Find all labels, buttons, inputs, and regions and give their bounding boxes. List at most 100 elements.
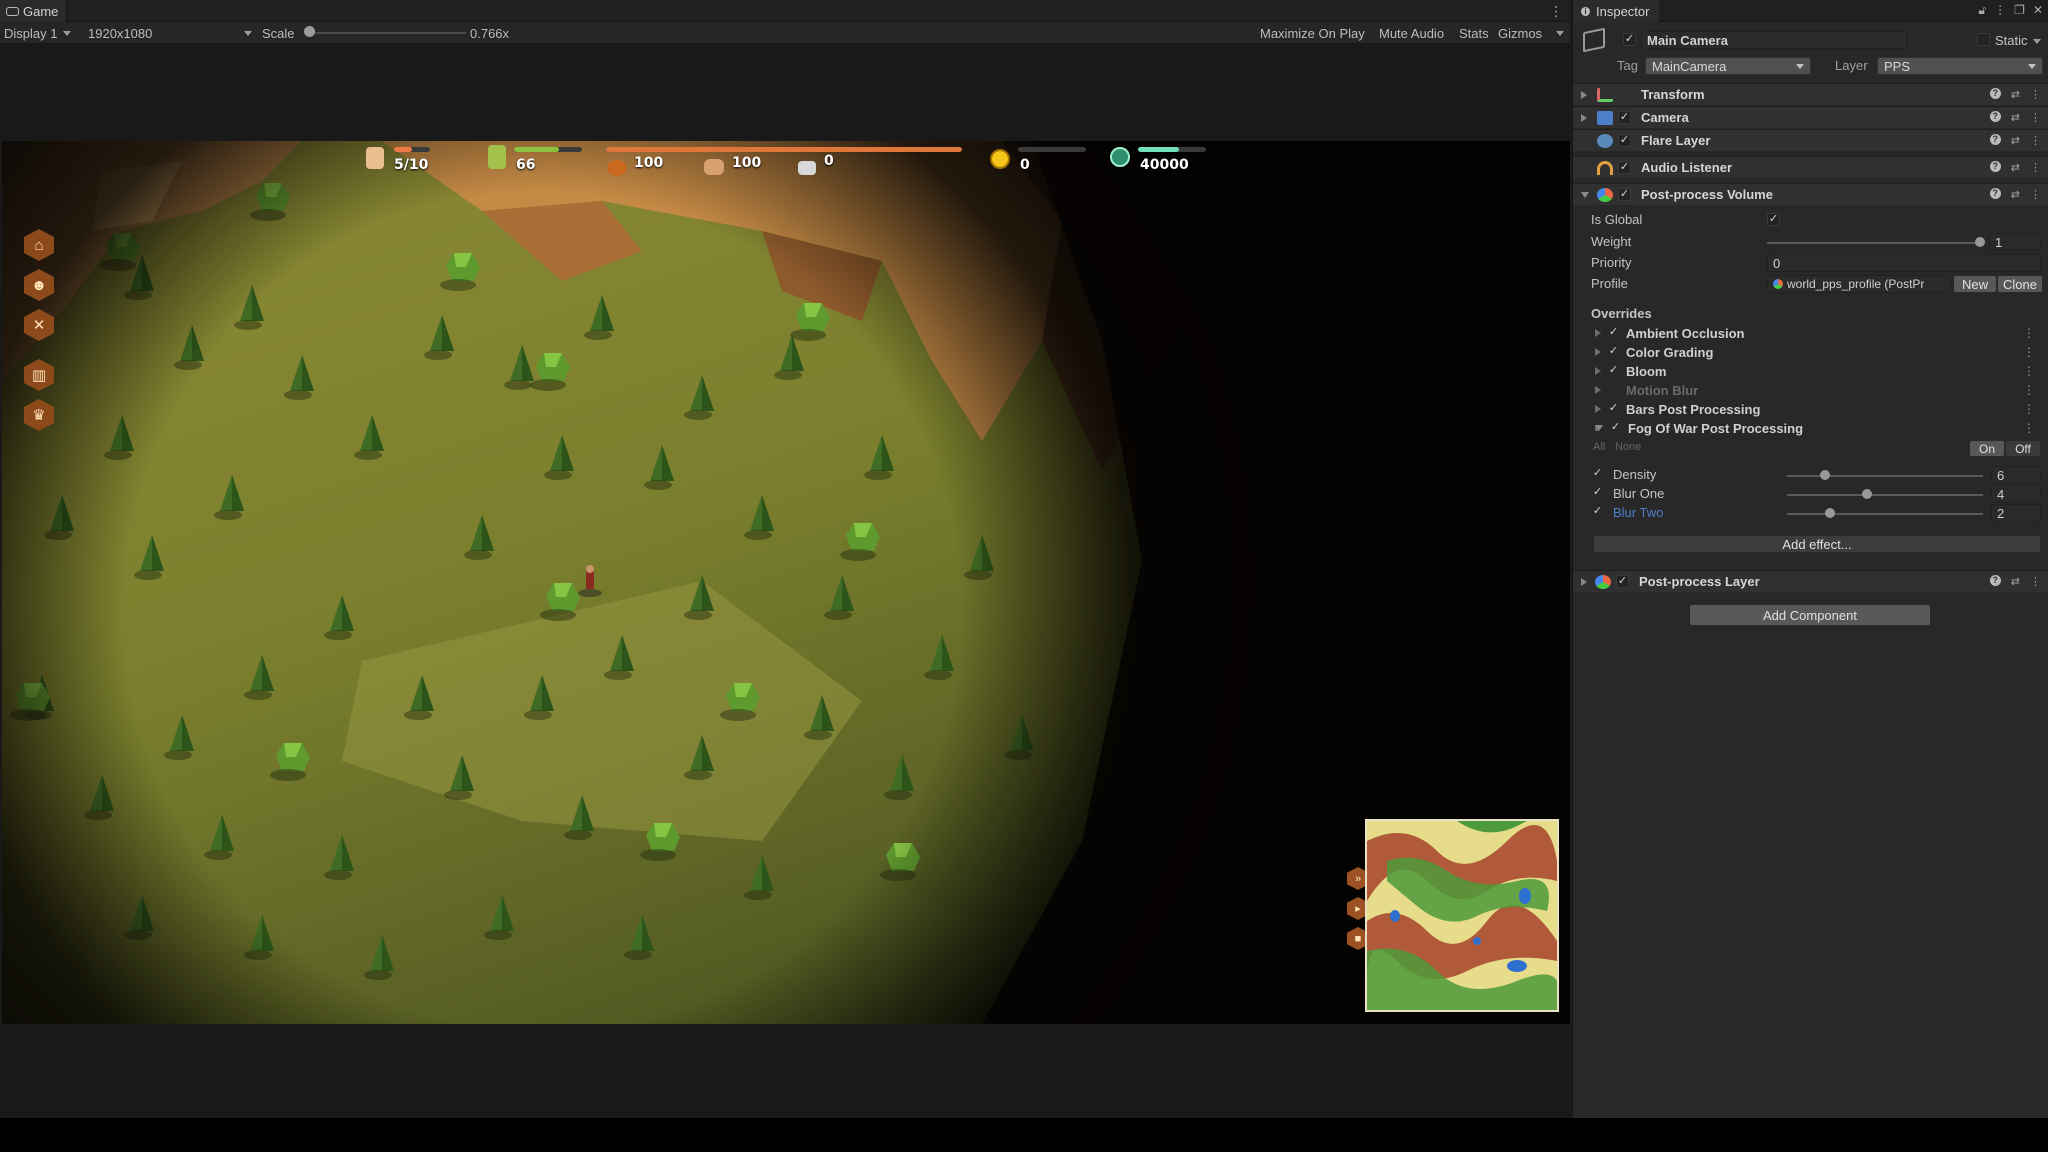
foldout-arrow-icon[interactable] [1581, 113, 1587, 122]
new-profile-button[interactable]: New [1953, 275, 1997, 293]
kebab-menu-icon[interactable]: ⋮ [2030, 88, 2041, 101]
static-checkbox[interactable] [1977, 33, 1990, 46]
help-icon[interactable]: ? [1989, 161, 2001, 172]
density-slider-handle[interactable] [1820, 470, 1830, 480]
scale-slider-track[interactable] [306, 32, 466, 34]
preset-icon[interactable]: ⇄ [2011, 134, 2020, 147]
fog-off-button[interactable]: Off [2005, 440, 2041, 457]
add-effect-button[interactable]: Add effect... [1593, 535, 2041, 553]
foldout-arrow-icon[interactable] [1595, 386, 1601, 394]
kebab-menu-icon[interactable]: ⋮ [2030, 575, 2041, 588]
enabled-checkbox[interactable] [1618, 161, 1631, 174]
blur-one-slider-track[interactable] [1787, 494, 1983, 496]
enabled-checkbox[interactable] [1618, 111, 1631, 124]
enabled-checkbox[interactable] [1618, 188, 1631, 201]
maximize-icon[interactable]: ❐ [2014, 3, 2025, 18]
override-ambient-occlusion[interactable]: Ambient Occlusion ⋮ [1595, 324, 2045, 342]
mute-audio-toggle[interactable]: Mute Audio [1379, 24, 1444, 42]
minimap[interactable] [1365, 819, 1559, 1012]
scale-slider-handle[interactable] [304, 26, 315, 37]
override-motion-blur[interactable]: Motion Blur ⋮ [1595, 381, 2045, 399]
active-checkbox[interactable] [1623, 33, 1636, 46]
override-checkbox[interactable] [1607, 384, 1620, 397]
component-post-process-volume[interactable]: Post-process Volume ? ⇄ ⋮ [1573, 183, 2048, 205]
weight-field[interactable]: 1 [1989, 233, 2041, 251]
close-icon[interactable]: ✕ [2033, 3, 2043, 18]
blur-two-field[interactable]: 2 [1991, 504, 2041, 522]
stats-toggle[interactable]: Stats [1459, 24, 1489, 42]
override-checkbox[interactable] [1609, 422, 1622, 435]
profile-field[interactable]: world_pps_profile (PostPr [1767, 275, 1951, 293]
foldout-arrow-icon[interactable] [1595, 425, 1603, 431]
enabled-checkbox[interactable] [1618, 134, 1631, 147]
layer-dropdown[interactable]: PPS [1877, 57, 2043, 75]
foldout-arrow-icon[interactable] [1595, 405, 1601, 413]
kebab-menu-icon[interactable]: ⋮ [2030, 188, 2041, 201]
lock-icon[interactable]: 🔓︎ [1978, 3, 1986, 18]
override-checkbox[interactable] [1607, 365, 1620, 378]
workers-button[interactable]: ☻ [24, 269, 56, 301]
static-label[interactable]: Static [1995, 33, 2028, 48]
object-name-field[interactable]: Main Camera [1641, 31, 1907, 49]
kebab-menu-icon[interactable]: ⋮ [2030, 111, 2041, 124]
override-bloom[interactable]: Bloom ⋮ [1595, 362, 2045, 380]
weight-slider-track[interactable] [1767, 242, 1981, 244]
foldout-arrow-icon[interactable] [1581, 191, 1589, 198]
preset-icon[interactable]: ⇄ [2011, 575, 2020, 588]
blur-one-slider-handle[interactable] [1862, 489, 1872, 499]
kebab-menu-icon[interactable]: ⋮ [1549, 3, 1563, 20]
select-none-link[interactable]: None [1615, 441, 1641, 453]
foldout-arrow-icon[interactable] [1595, 348, 1601, 356]
component-transform[interactable]: Transform ? ⇄ ⋮ [1573, 83, 2048, 105]
game-viewport[interactable]: 5/10 66 100 100 0 0 40000 ⌂ ☻ ✕ ▥ ♛ » ▸ … [2, 141, 1570, 1024]
kebab-menu-icon[interactable]: ⋮ [2030, 161, 2041, 174]
clone-profile-button[interactable]: Clone [1997, 275, 2043, 293]
tab-inspector[interactable]: i Inspector [1573, 0, 1660, 22]
help-icon[interactable]: ? [1989, 575, 2001, 586]
override-checkbox[interactable] [1607, 403, 1620, 416]
blur-two-slider-track[interactable] [1787, 513, 1983, 515]
kebab-menu-icon[interactable]: ⋮ [2023, 421, 2035, 435]
blur-one-field[interactable]: 4 [1991, 485, 2041, 503]
tag-dropdown[interactable]: MainCamera [1645, 57, 1811, 75]
preset-icon[interactable]: ⇄ [2011, 88, 2020, 101]
priority-field[interactable]: 0 [1767, 254, 2041, 272]
preset-icon[interactable]: ⇄ [2011, 188, 2020, 201]
trophy-button[interactable]: ♛ [24, 399, 56, 431]
foldout-arrow-icon[interactable] [1581, 90, 1587, 99]
density-slider-track[interactable] [1787, 475, 1983, 477]
display-dropdown[interactable]: Display 1 [4, 24, 72, 42]
kebab-menu-icon[interactable]: ⋮ [1994, 3, 2006, 18]
density-field[interactable]: 6 [1991, 466, 2041, 484]
help-icon[interactable]: ? [1989, 111, 2001, 122]
chevron-down-icon[interactable] [2033, 39, 2041, 44]
kebab-menu-icon[interactable]: ⋮ [2023, 364, 2035, 378]
gizmos-dropdown[interactable]: Gizmos [1498, 24, 1565, 42]
resolution-dropdown[interactable]: 1920x1080 [88, 24, 252, 42]
help-icon[interactable]: ? [1989, 134, 2001, 145]
kebab-menu-icon[interactable]: ⋮ [2023, 383, 2035, 397]
kebab-menu-icon[interactable]: ⋮ [2023, 402, 2035, 416]
help-icon[interactable]: ? [1989, 88, 2001, 99]
density-override-checkbox[interactable] [1591, 468, 1604, 481]
override-checkbox[interactable] [1607, 346, 1620, 359]
building-button[interactable]: ▥ [24, 359, 56, 391]
tab-game[interactable]: Game [0, 0, 68, 22]
kebab-menu-icon[interactable]: ⋮ [2023, 345, 2035, 359]
kebab-menu-icon[interactable]: ⋮ [2023, 326, 2035, 340]
weight-slider-handle[interactable] [1975, 237, 1985, 247]
enabled-checkbox[interactable] [1616, 575, 1629, 588]
foldout-arrow-icon[interactable] [1595, 329, 1601, 337]
override-bars-post-processing[interactable]: Bars Post Processing ⋮ [1595, 400, 2045, 418]
is-global-checkbox[interactable] [1767, 213, 1780, 226]
kebab-menu-icon[interactable]: ⋮ [2030, 134, 2041, 147]
preset-icon[interactable]: ⇄ [2011, 161, 2020, 174]
override-fog-of-war[interactable]: Fog Of War Post Processing ⋮ [1595, 419, 2045, 437]
preset-icon[interactable]: ⇄ [2011, 111, 2020, 124]
override-checkbox[interactable] [1607, 327, 1620, 340]
fog-on-button[interactable]: On [1969, 440, 2005, 457]
blur-one-override-checkbox[interactable] [1591, 487, 1604, 500]
house-button[interactable]: ⌂ [24, 229, 56, 261]
blur-two-slider-handle[interactable] [1825, 508, 1835, 518]
component-flare-layer[interactable]: Flare Layer ? ⇄ ⋮ [1573, 129, 2048, 151]
